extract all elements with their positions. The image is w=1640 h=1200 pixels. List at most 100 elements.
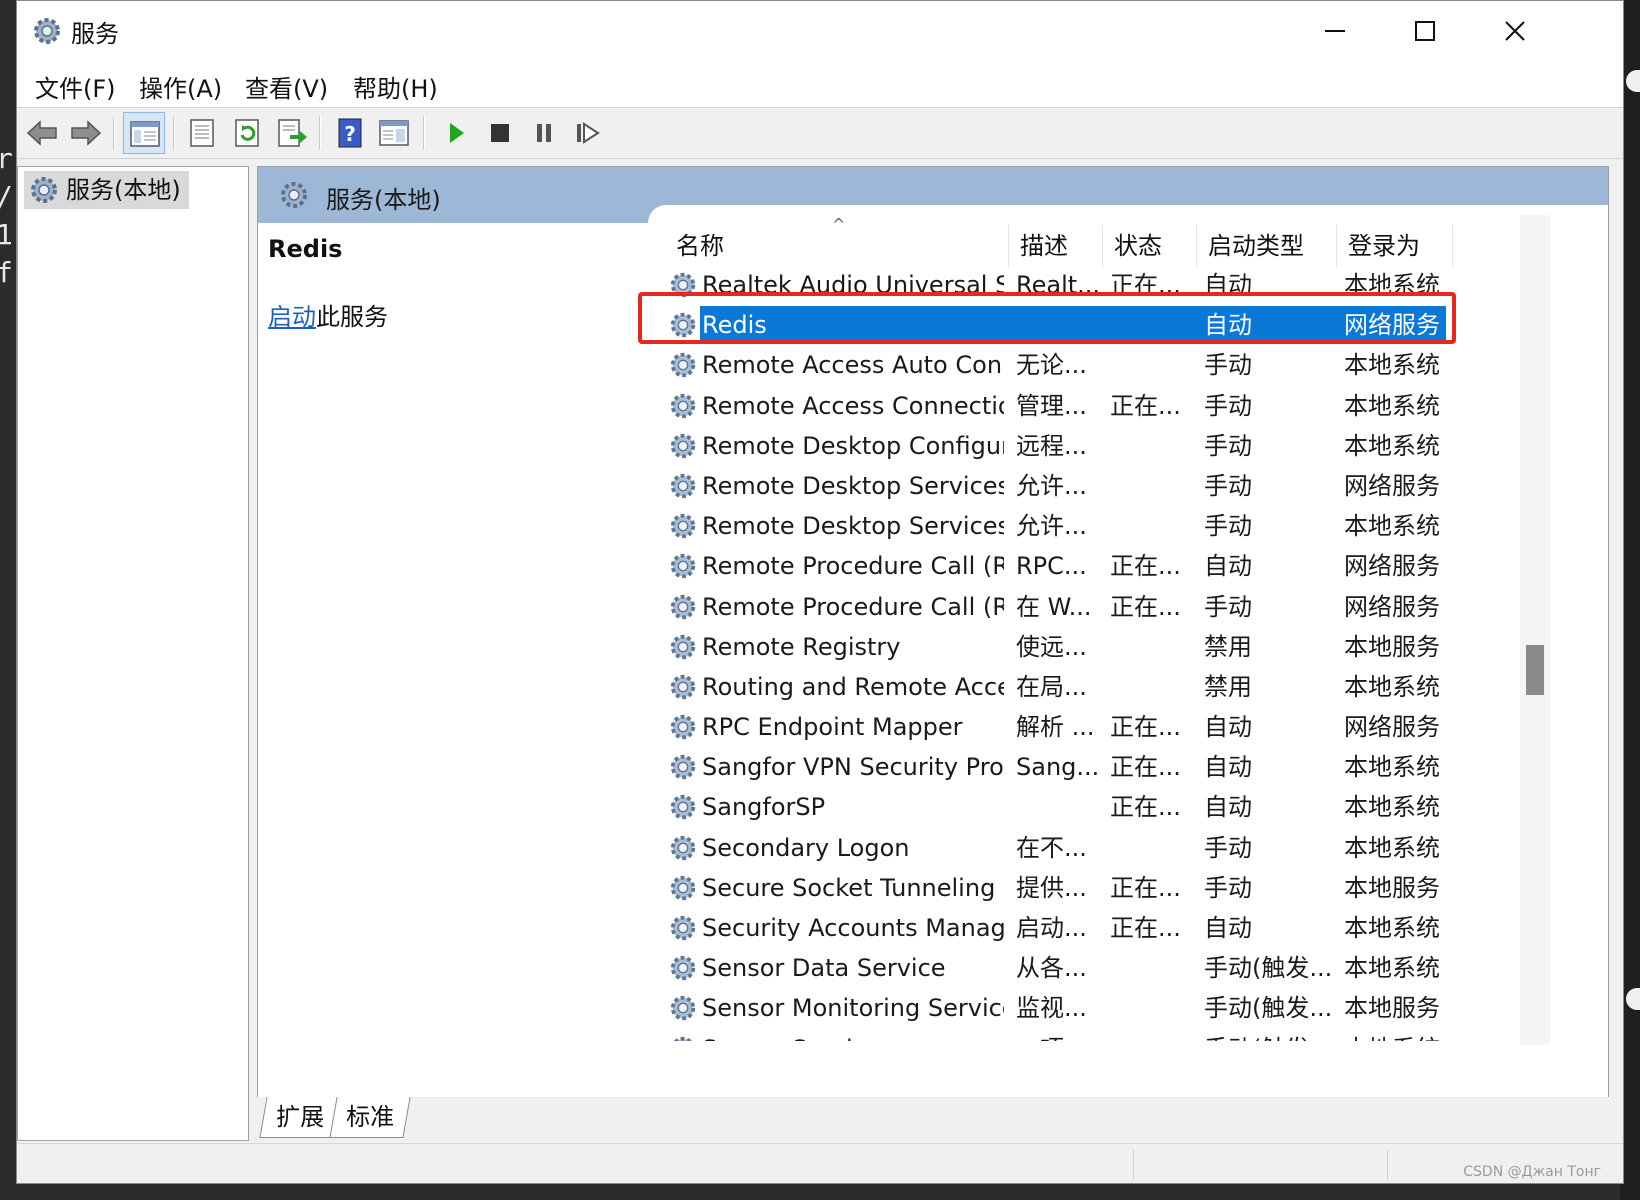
help-icon: ? — [338, 118, 362, 148]
service-row[interactable]: Remote Access Connectio... 管理... 正在... 手动 本地… — [664, 386, 1470, 426]
service-logon-as: 网络服务 — [1344, 713, 1440, 742]
column-header-startup-type[interactable]: 启动类型 — [1208, 225, 1304, 267]
service-row[interactable]: Secure Socket Tunneling P... 提供... 正在... 手动… — [664, 868, 1470, 908]
service-row[interactable]: Remote Desktop Configur... 远程... 手动 本地系统 — [664, 426, 1470, 466]
pause-service-button[interactable] — [523, 112, 565, 154]
stop-service-button[interactable] — [479, 112, 521, 154]
view-button[interactable] — [373, 112, 415, 154]
service-description: 允许... — [1016, 471, 1087, 500]
service-logon-as: 本地系统 — [1344, 753, 1440, 782]
tab-standard[interactable]: 标准 — [329, 1097, 411, 1138]
service-row[interactable]: Secondary Logon 在不... 手动 本地系统 — [664, 828, 1470, 868]
service-row[interactable]: Security Accounts Manager 启动... 正在... 自动 本地系… — [664, 908, 1470, 948]
help-button[interactable]: ? — [329, 112, 371, 154]
service-row[interactable]: Remote Desktop Services 允许... 手动 网络服务 — [664, 466, 1470, 506]
scrollbar-thumb[interactable] — [1526, 645, 1544, 695]
service-row[interactable]: Routing and Remote Access 在局... 禁用 本地系统 — [664, 667, 1470, 707]
service-row[interactable]: Sensor Service 一项... 手动(触发... 本地系统 — [664, 1029, 1470, 1041]
service-status: 正在... — [1110, 592, 1181, 621]
service-row[interactable]: Sensor Data Service 从各... 手动(触发... 本地系统 — [664, 948, 1470, 988]
column-separator[interactable] — [1008, 225, 1009, 267]
service-row[interactable]: Realtek Audio Universal Se... Realt... 正在.… — [664, 265, 1470, 305]
service-logon-as: 本地系统 — [1344, 914, 1440, 942]
service-list: Realtek Audio Universal Se... Realt... 正在.… — [664, 265, 1470, 1041]
service-row[interactable]: Sangfor VPN Security Prot... Sang... 正在...… — [664, 747, 1470, 787]
column-header-name[interactable]: 名称 — [676, 225, 724, 267]
close-button[interactable] — [1469, 1, 1561, 61]
service-row[interactable]: Remote Procedure Call (R... RPC... 正在... 自动… — [664, 546, 1470, 586]
panel-header-title: 服务(本地) — [326, 186, 441, 214]
properties-button[interactable] — [181, 112, 223, 154]
service-row[interactable]: Remote Desktop Services ... 允许... 手动 本地系统 — [664, 506, 1470, 546]
title-bar[interactable]: 服务 — [17, 1, 1623, 61]
service-description: 在不... — [1016, 833, 1087, 862]
service-startup-type: 手动 — [1204, 592, 1252, 621]
column-separator[interactable] — [1102, 225, 1103, 267]
service-gear-icon — [670, 835, 696, 860]
service-name: SangforSP — [702, 793, 826, 822]
service-logon-as: 本地系统 — [1344, 512, 1440, 541]
service-row[interactable]: Remote Access Auto Conn... 无论... 手动 本地系统 — [664, 345, 1470, 385]
minimize-icon — [1325, 30, 1345, 32]
column-header-desc[interactable]: 描述 — [1020, 225, 1068, 267]
service-gear-icon — [670, 473, 696, 499]
column-separator[interactable] — [1336, 225, 1337, 267]
service-row[interactable]: Redis 自动 网络服务 — [664, 305, 1470, 345]
refresh-button[interactable] — [227, 112, 269, 154]
service-gear-icon — [670, 634, 696, 659]
export-list-button[interactable] — [271, 112, 313, 154]
tab-extended[interactable]: 扩展 — [259, 1097, 341, 1138]
service-row[interactable]: Sensor Monitoring Service 监视... 手动(触发... 本地… — [664, 988, 1470, 1028]
service-row[interactable]: Remote Registry 使远... 禁用 本地服务 — [664, 627, 1470, 667]
service-row[interactable]: Remote Procedure Call (R... 在 W... 正在... 手动… — [664, 587, 1470, 627]
console-tree: 服务(本地) — [17, 166, 249, 1141]
minimize-button[interactable] — [1289, 1, 1381, 61]
service-name: Remote Desktop Services ... — [702, 512, 1004, 541]
service-logon-as: 本地服务 — [1344, 873, 1440, 902]
svg-text:?: ? — [344, 122, 356, 146]
forward-button[interactable] — [65, 112, 107, 154]
edge-knob — [1626, 988, 1640, 1010]
restart-service-button[interactable] — [567, 112, 609, 154]
service-row[interactable]: RPC Endpoint Mapper 解析 ... 正在... 自动 网络服务 — [664, 707, 1470, 747]
service-logon-as: 网络服务 — [1344, 552, 1440, 581]
column-separator[interactable] — [1196, 225, 1197, 267]
service-status: 正在... — [1110, 713, 1181, 742]
start-service-link[interactable]: 启动 — [268, 303, 316, 331]
service-gear-icon — [670, 513, 696, 539]
bg-char: r — [0, 142, 13, 175]
service-description: 在 W... — [1016, 592, 1092, 621]
back-button[interactable] — [21, 112, 63, 154]
service-description: 在局... — [1016, 672, 1087, 701]
service-gear-icon — [670, 393, 696, 418]
service-startup-type: 自动 — [1204, 311, 1252, 340]
start-service-button[interactable] — [435, 112, 477, 154]
service-name: Remote Procedure Call (R... — [702, 592, 1004, 621]
show-console-tree-button[interactable] — [123, 112, 165, 154]
background-terminal-text: r / 1 f — [0, 140, 16, 292]
service-logon-as: 本地服务 — [1344, 632, 1440, 661]
service-logon-as: 网络服务 — [1344, 471, 1440, 500]
toolbar: ? — [17, 108, 1623, 159]
service-name: RPC Endpoint Mapper — [702, 713, 963, 742]
menu-file[interactable]: 文件(F) — [35, 69, 116, 104]
vertical-scrollbar[interactable] — [1520, 215, 1550, 1045]
service-startup-type: 手动 — [1204, 391, 1252, 420]
service-gear-icon — [670, 795, 696, 820]
restart-icon — [577, 122, 600, 144]
service-status: 正在... — [1110, 873, 1181, 902]
menu-help[interactable]: 帮助(H) — [353, 69, 438, 104]
service-name: Remote Access Connectio... — [702, 391, 1004, 420]
service-description: Sang... — [1016, 753, 1100, 782]
menu-action[interactable]: 操作(A) — [139, 69, 222, 104]
menu-view[interactable]: 查看(V) — [245, 69, 328, 104]
service-logon-as: 本地系统 — [1344, 1029, 1470, 1041]
service-startup-type: 禁用 — [1204, 672, 1252, 701]
tree-item-services-local[interactable]: 服务(本地) — [24, 171, 189, 209]
service-row[interactable]: SangforSP 正在... 自动 本地系统 — [664, 787, 1470, 827]
column-header-status[interactable]: 状态 — [1114, 225, 1162, 267]
column-separator[interactable] — [1452, 225, 1453, 267]
maximize-button[interactable] — [1379, 1, 1471, 61]
toolbar-separator — [113, 116, 115, 150]
column-header-logon-as[interactable]: 登录为 — [1348, 225, 1420, 267]
